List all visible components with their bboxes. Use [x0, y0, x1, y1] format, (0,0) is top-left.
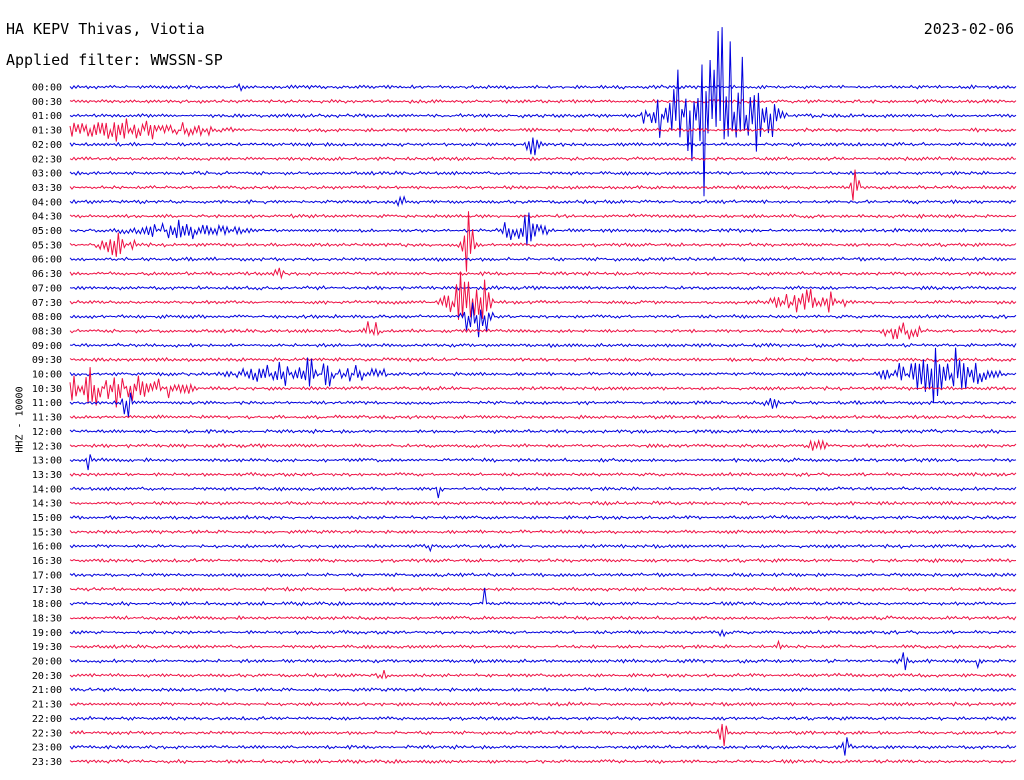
tick-label: 15:30	[32, 527, 62, 538]
tick-label: 17:00	[32, 570, 62, 581]
tick-label: 03:30	[32, 183, 62, 194]
trace-line	[69, 272, 1017, 320]
trace-line	[69, 256, 1017, 262]
trace-line	[69, 471, 1017, 478]
trace-line	[69, 543, 1017, 553]
tick-label: 17:30	[32, 585, 62, 596]
tick-label: 13:00	[32, 456, 62, 467]
tick-label: 19:30	[32, 642, 62, 653]
trace-line	[69, 212, 1017, 246]
trace-line	[69, 98, 1017, 105]
trace-line	[69, 586, 1017, 592]
tick-label: 20:30	[32, 671, 62, 682]
tick-label: 04:30	[32, 212, 62, 223]
tick-label: 02:00	[32, 140, 62, 151]
trace-line	[69, 715, 1017, 722]
trace-line	[69, 342, 1017, 349]
trace-line	[69, 669, 1017, 680]
tick-label: 23:00	[32, 743, 62, 754]
tick-label: 03:00	[32, 169, 62, 180]
tick-label: 11:30	[32, 413, 62, 424]
tick-label: 23:30	[32, 757, 62, 768]
trace-line	[69, 428, 1017, 435]
trace-line	[69, 438, 1017, 451]
tick-label: 09:30	[32, 355, 62, 366]
tick-label: 16:00	[32, 542, 62, 553]
trace-line	[69, 356, 1017, 363]
tick-label: 04:00	[32, 197, 62, 208]
trace-line	[69, 169, 1017, 201]
tick-label: 20:00	[32, 657, 62, 668]
helicorder-chart: 00:00 00:30 01:00 01:30 02:00 02:30 03:00 03:30…	[32, 27, 1017, 768]
tick-label: 06:00	[32, 255, 62, 266]
tick-label: 21:00	[32, 685, 62, 696]
tick-label: 02:30	[32, 154, 62, 165]
tick-label: 11:00	[32, 398, 62, 409]
tick-label: 10:00	[32, 370, 62, 381]
trace-line	[69, 137, 1017, 156]
trace-line	[69, 213, 1017, 219]
trace-line	[69, 486, 1017, 499]
trace-line	[69, 454, 1017, 471]
tick-label: 14:30	[32, 499, 62, 510]
trace-line	[69, 628, 1017, 638]
trace-line	[69, 414, 1017, 420]
trace-line	[69, 652, 1017, 671]
trace-line	[69, 82, 1017, 93]
tick-label: 06:30	[32, 269, 62, 280]
tick-label: 19:00	[32, 628, 62, 639]
tick-label: 07:00	[32, 283, 62, 294]
tick-label: 09:00	[32, 341, 62, 352]
tick-label: 14:00	[32, 484, 62, 495]
tick-label: 15:00	[32, 513, 62, 524]
trace-line	[69, 639, 1017, 650]
trace-line	[69, 211, 1017, 272]
tick-label: 12:00	[32, 427, 62, 438]
trace-line	[69, 195, 1017, 208]
trace-line	[69, 392, 1017, 418]
tick-label: 13:30	[32, 470, 62, 481]
trace-line	[69, 723, 1017, 746]
trace-line	[69, 321, 1017, 340]
trace-line	[69, 701, 1017, 707]
tick-label: 12:30	[32, 441, 62, 452]
tick-label: 05:00	[32, 226, 62, 237]
trace-line	[69, 170, 1017, 176]
tick-label: 18:30	[32, 613, 62, 624]
trace-line	[69, 27, 1017, 197]
trace-line	[69, 615, 1017, 621]
trace-line	[69, 529, 1017, 535]
tick-label: 00:00	[32, 83, 62, 94]
tick-label: 00:30	[32, 97, 62, 108]
tick-label: 01:30	[32, 126, 62, 137]
trace-line	[69, 156, 1017, 162]
tick-label: 22:00	[32, 714, 62, 725]
trace-line	[69, 687, 1017, 693]
trace-line	[69, 285, 1017, 291]
trace-line	[69, 118, 1017, 142]
trace-line	[69, 572, 1017, 578]
trace-line	[69, 557, 1017, 564]
tick-label: 05:30	[32, 240, 62, 251]
trace-line	[69, 514, 1017, 521]
tick-label: 18:00	[32, 599, 62, 610]
trace-line	[69, 267, 1017, 280]
tick-label: 08:30	[32, 326, 62, 337]
trace-line	[69, 347, 1017, 403]
trace-line	[69, 302, 1017, 338]
tick-label: 22:30	[32, 728, 62, 739]
trace-line	[69, 758, 1017, 765]
tick-label: 01:00	[32, 111, 62, 122]
tick-label: 07:30	[32, 298, 62, 309]
tick-label: 08:00	[32, 312, 62, 323]
trace-line	[69, 737, 1017, 756]
tick-label: 16:30	[32, 556, 62, 567]
trace-line	[69, 500, 1017, 506]
tick-label: 21:30	[32, 700, 62, 711]
tick-label: 10:30	[32, 384, 62, 395]
